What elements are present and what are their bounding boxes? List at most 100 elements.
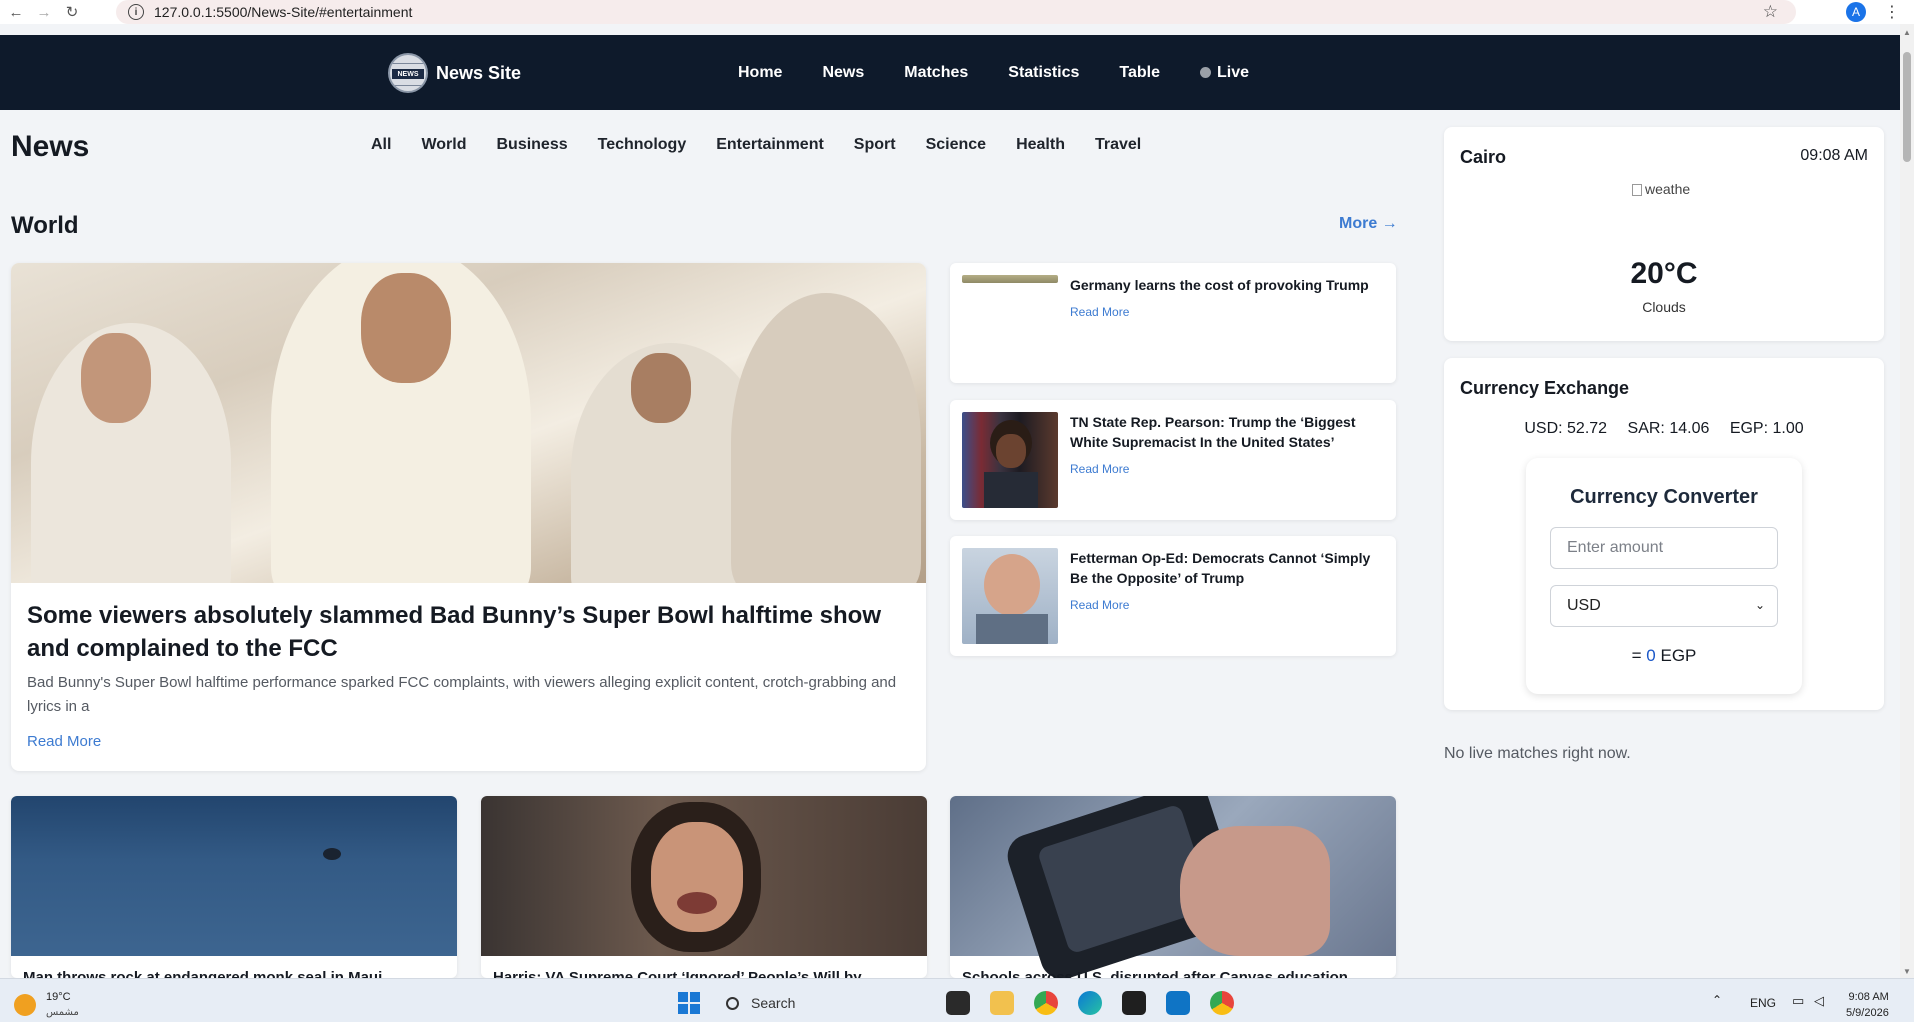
currency-select-value: USD <box>1567 597 1601 614</box>
category-technology[interactable]: Technology <box>598 136 687 154</box>
grid-story-title[interactable]: Schools across U.S. disrupted after Canv… <box>962 969 1388 978</box>
grid-story[interactable]: Harris: VA Supreme Court ‘Ignored’ Peopl… <box>481 796 927 978</box>
rate-usd: USD: 52.72 <box>1524 420 1608 437</box>
more-link[interactable]: More → <box>1339 215 1398 233</box>
scroll-down-icon[interactable]: ▼ <box>1903 967 1911 976</box>
site-info-icon[interactable]: i <box>128 4 144 20</box>
volume-icon[interactable]: ◁ <box>1814 993 1824 1009</box>
windows-start-icon[interactable] <box>678 992 700 1014</box>
weather-icon: weathe <box>1632 181 1702 201</box>
taskbar-search[interactable]: Search <box>718 988 948 1018</box>
converter-result: = 0 EGP <box>1526 646 1802 666</box>
category-science[interactable]: Science <box>926 136 986 154</box>
featured-description: Bad Bunny's Super Bowl halftime performa… <box>27 674 897 715</box>
brand-logo[interactable]: NEWS News Site <box>388 53 521 93</box>
taskbar: 19°C مشمس Search ⌃ ENG ▭ ◁ 9:08 AM 5/9/2… <box>0 978 1914 1022</box>
featured-image[interactable] <box>11 263 926 583</box>
main-nav: Home News Matches Statistics Table Live <box>738 35 1289 110</box>
terminal-icon[interactable] <box>1122 991 1146 1015</box>
edge-icon[interactable] <box>1078 991 1102 1015</box>
nav-table[interactable]: Table <box>1119 64 1160 82</box>
nav-home[interactable]: Home <box>738 64 782 82</box>
weather-city: Cairo <box>1460 147 1507 167</box>
network-icon[interactable]: ▭ <box>1792 993 1804 1009</box>
grid-story-image[interactable] <box>11 796 457 956</box>
currency-title: Currency Exchange <box>1460 378 1630 398</box>
taskbar-clock[interactable]: 9:08 AM 5/9/2026 <box>1846 989 1889 1021</box>
logo-badge: NEWS <box>392 69 424 79</box>
featured-article[interactable]: Some viewers absolutely slammed Bad Bunn… <box>11 263 926 771</box>
amount-input[interactable] <box>1550 527 1778 569</box>
weather-icon-alt: weathe <box>1645 181 1691 197</box>
side-story-title[interactable]: TN State Rep. Pearson: Trump the ‘Bigges… <box>1070 412 1386 452</box>
forward-icon[interactable]: → <box>32 0 56 24</box>
grid-story-image[interactable] <box>481 796 927 956</box>
chrome-icon[interactable] <box>1034 991 1058 1015</box>
live-matches-message: No live matches right now. <box>1444 745 1631 762</box>
chrome-profile-icon[interactable] <box>1210 991 1234 1015</box>
page-scrollbar[interactable]: ▲ ▼ <box>1900 24 1914 978</box>
file-explorer-icon[interactable] <box>990 991 1014 1015</box>
taskbar-weather-temp[interactable]: 19°C <box>46 991 71 1003</box>
category-business[interactable]: Business <box>496 136 567 154</box>
side-story[interactable]: Fetterman Op-Ed: Democrats Cannot ‘Simpl… <box>950 536 1396 656</box>
currency-converter: Currency Converter USD ⌄ = 0 EGP <box>1526 458 1802 694</box>
side-story-image[interactable] <box>962 548 1058 644</box>
featured-title[interactable]: Some viewers absolutely slammed Bad Bunn… <box>27 599 917 665</box>
rate-sar: SAR: 14.06 <box>1627 420 1710 437</box>
back-icon[interactable]: ← <box>4 0 28 24</box>
address-bar[interactable]: i 127.0.0.1:5500/News-Site/#entertainmen… <box>116 0 1796 24</box>
brand-name: News Site <box>436 62 522 83</box>
nav-live[interactable]: Live <box>1200 64 1249 82</box>
side-story-title[interactable]: Germany learns the cost of provoking Tru… <box>1070 275 1386 295</box>
featured-read-more[interactable]: Read More <box>27 733 101 750</box>
side-story-image[interactable] <box>962 275 1058 283</box>
currency-select[interactable]: USD ⌄ <box>1550 585 1778 627</box>
category-all[interactable]: All <box>371 136 391 154</box>
task-view-icon[interactable] <box>946 991 970 1015</box>
language-indicator[interactable]: ENG <box>1750 996 1776 1010</box>
side-story[interactable]: Germany learns the cost of provoking Tru… <box>950 263 1396 383</box>
taskbar-weather-label[interactable]: مشمس <box>46 1007 79 1018</box>
grid-story[interactable]: Man throws rock at endangered monk seal … <box>11 796 457 978</box>
side-story-read-more[interactable]: Read More <box>1070 598 1129 612</box>
grid-story-title[interactable]: Man throws rock at endangered monk seal … <box>23 969 449 978</box>
search-icon <box>726 996 739 1010</box>
rate-egp: EGP: 1.00 <box>1729 420 1804 437</box>
nav-news[interactable]: News <box>822 64 864 82</box>
scroll-up-icon[interactable]: ▲ <box>1903 28 1911 37</box>
category-world[interactable]: World <box>421 136 466 154</box>
vscode-icon[interactable] <box>1166 991 1190 1015</box>
scrollbar-thumb[interactable] <box>1903 52 1911 162</box>
result-value: 0 <box>1646 646 1656 665</box>
browser-menu-icon[interactable]: ⋮ <box>1884 2 1900 22</box>
grid-story[interactable]: Schools across U.S. disrupted after Canv… <box>950 796 1396 978</box>
category-entertainment[interactable]: Entertainment <box>716 136 824 154</box>
side-story-read-more[interactable]: Read More <box>1070 462 1129 476</box>
result-currency: EGP <box>1660 646 1697 665</box>
grid-story-title[interactable]: Harris: VA Supreme Court ‘Ignored’ Peopl… <box>493 969 919 978</box>
category-sport[interactable]: Sport <box>854 136 896 154</box>
page-title: News <box>11 130 90 163</box>
reload-icon[interactable]: ↻ <box>60 0 84 24</box>
globe-logo-icon: NEWS <box>388 53 428 93</box>
side-story[interactable]: TN State Rep. Pearson: Trump the ‘Bigges… <box>950 400 1396 520</box>
weather-widget: Cairo 09:08 AM weathe 20°C Clouds <box>1444 127 1884 341</box>
nav-matches[interactable]: Matches <box>904 64 968 82</box>
category-travel[interactable]: Travel <box>1095 136 1141 154</box>
grid-story-image[interactable] <box>950 796 1396 978</box>
bookmark-star-icon[interactable]: ☆ <box>1763 2 1778 22</box>
url-text[interactable]: 127.0.0.1:5500/News-Site/#entertainment <box>154 4 412 20</box>
category-health[interactable]: Health <box>1016 136 1065 154</box>
taskbar-date: 5/9/2026 <box>1846 1007 1889 1019</box>
side-story-title[interactable]: Fetterman Op-Ed: Democrats Cannot ‘Simpl… <box>1070 548 1386 588</box>
sun-icon[interactable] <box>14 994 36 1016</box>
chevron-up-icon[interactable]: ⌃ <box>1712 993 1722 1007</box>
category-nav: All World Business Technology Entertainm… <box>371 136 1171 154</box>
currency-widget: Currency Exchange USD: 52.72 SAR: 14.06 … <box>1444 358 1884 710</box>
side-story-image[interactable] <box>962 412 1058 508</box>
profile-avatar[interactable]: A <box>1846 2 1866 22</box>
nav-statistics[interactable]: Statistics <box>1008 64 1079 82</box>
side-story-read-more[interactable]: Read More <box>1070 305 1129 319</box>
section-title: World <box>11 212 79 239</box>
